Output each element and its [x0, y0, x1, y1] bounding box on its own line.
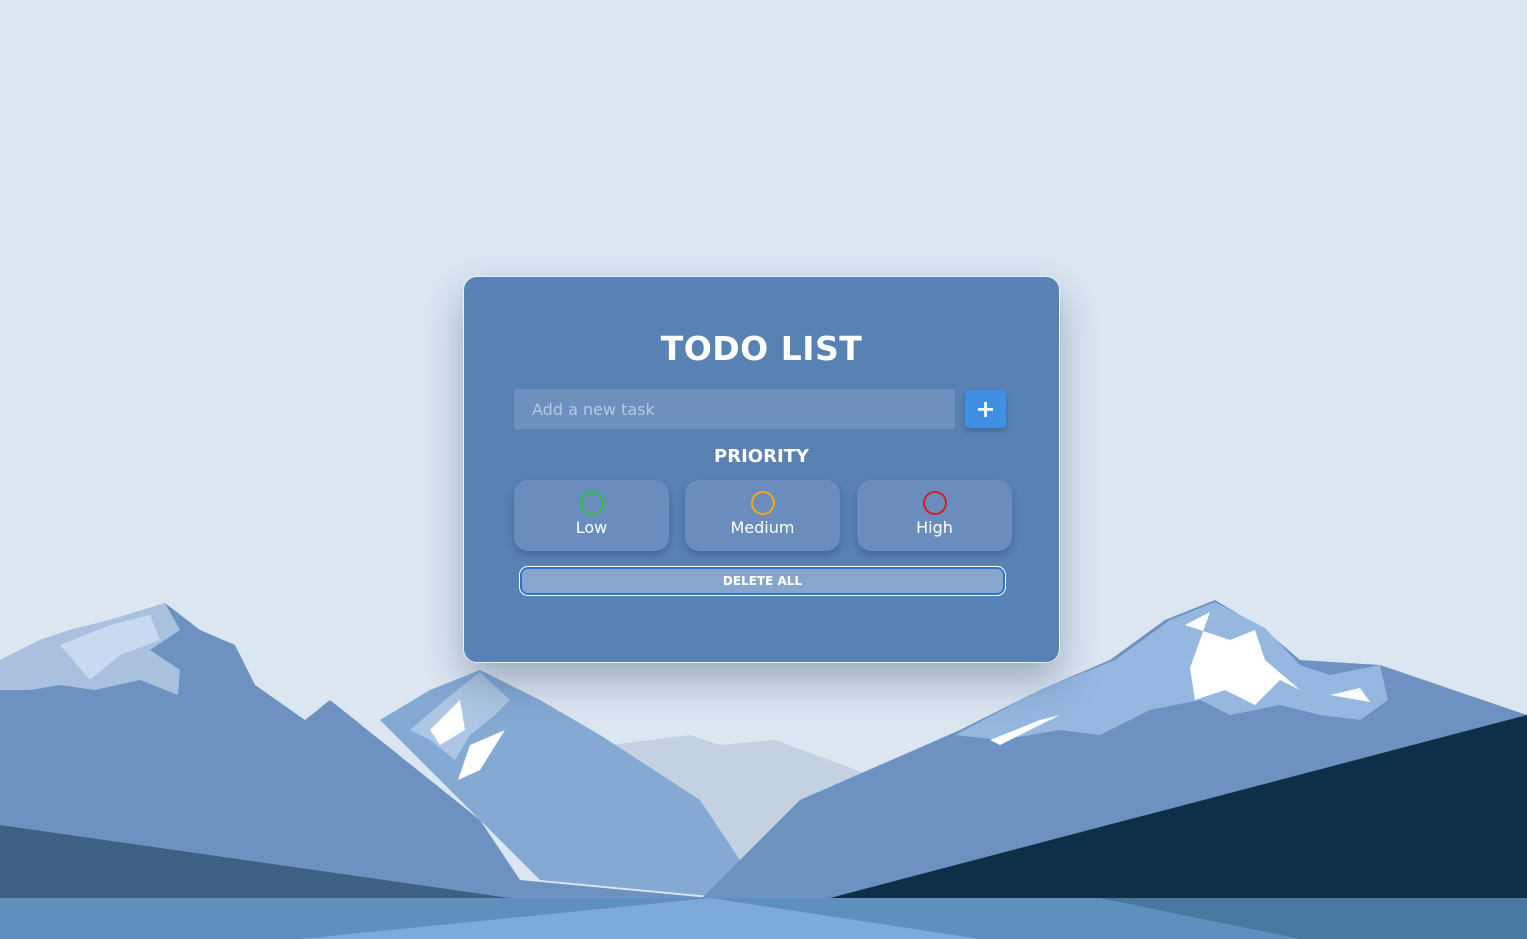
- circle-outline-icon: [750, 491, 775, 515]
- delete-all-button[interactable]: DELETE ALL: [520, 567, 1005, 595]
- priority-heading: PRIORITY: [714, 446, 809, 467]
- priority-medium-label: Medium: [730, 518, 795, 537]
- priority-low-label: Low: [575, 518, 608, 537]
- circle-outline-icon: [922, 491, 947, 515]
- add-task-button[interactable]: +: [965, 390, 1006, 428]
- todo-card: TODO LIST + PRIORITY Low Medium High DEL…: [463, 276, 1060, 663]
- page-title: TODO LIST: [660, 329, 863, 368]
- task-input[interactable]: [514, 389, 955, 429]
- priority-medium-button[interactable]: Medium: [685, 480, 840, 551]
- circle-outline-icon: [579, 491, 604, 515]
- priority-low-button[interactable]: Low: [514, 480, 669, 551]
- priority-high-button[interactable]: High: [857, 480, 1012, 551]
- priority-high-label: High: [916, 518, 953, 537]
